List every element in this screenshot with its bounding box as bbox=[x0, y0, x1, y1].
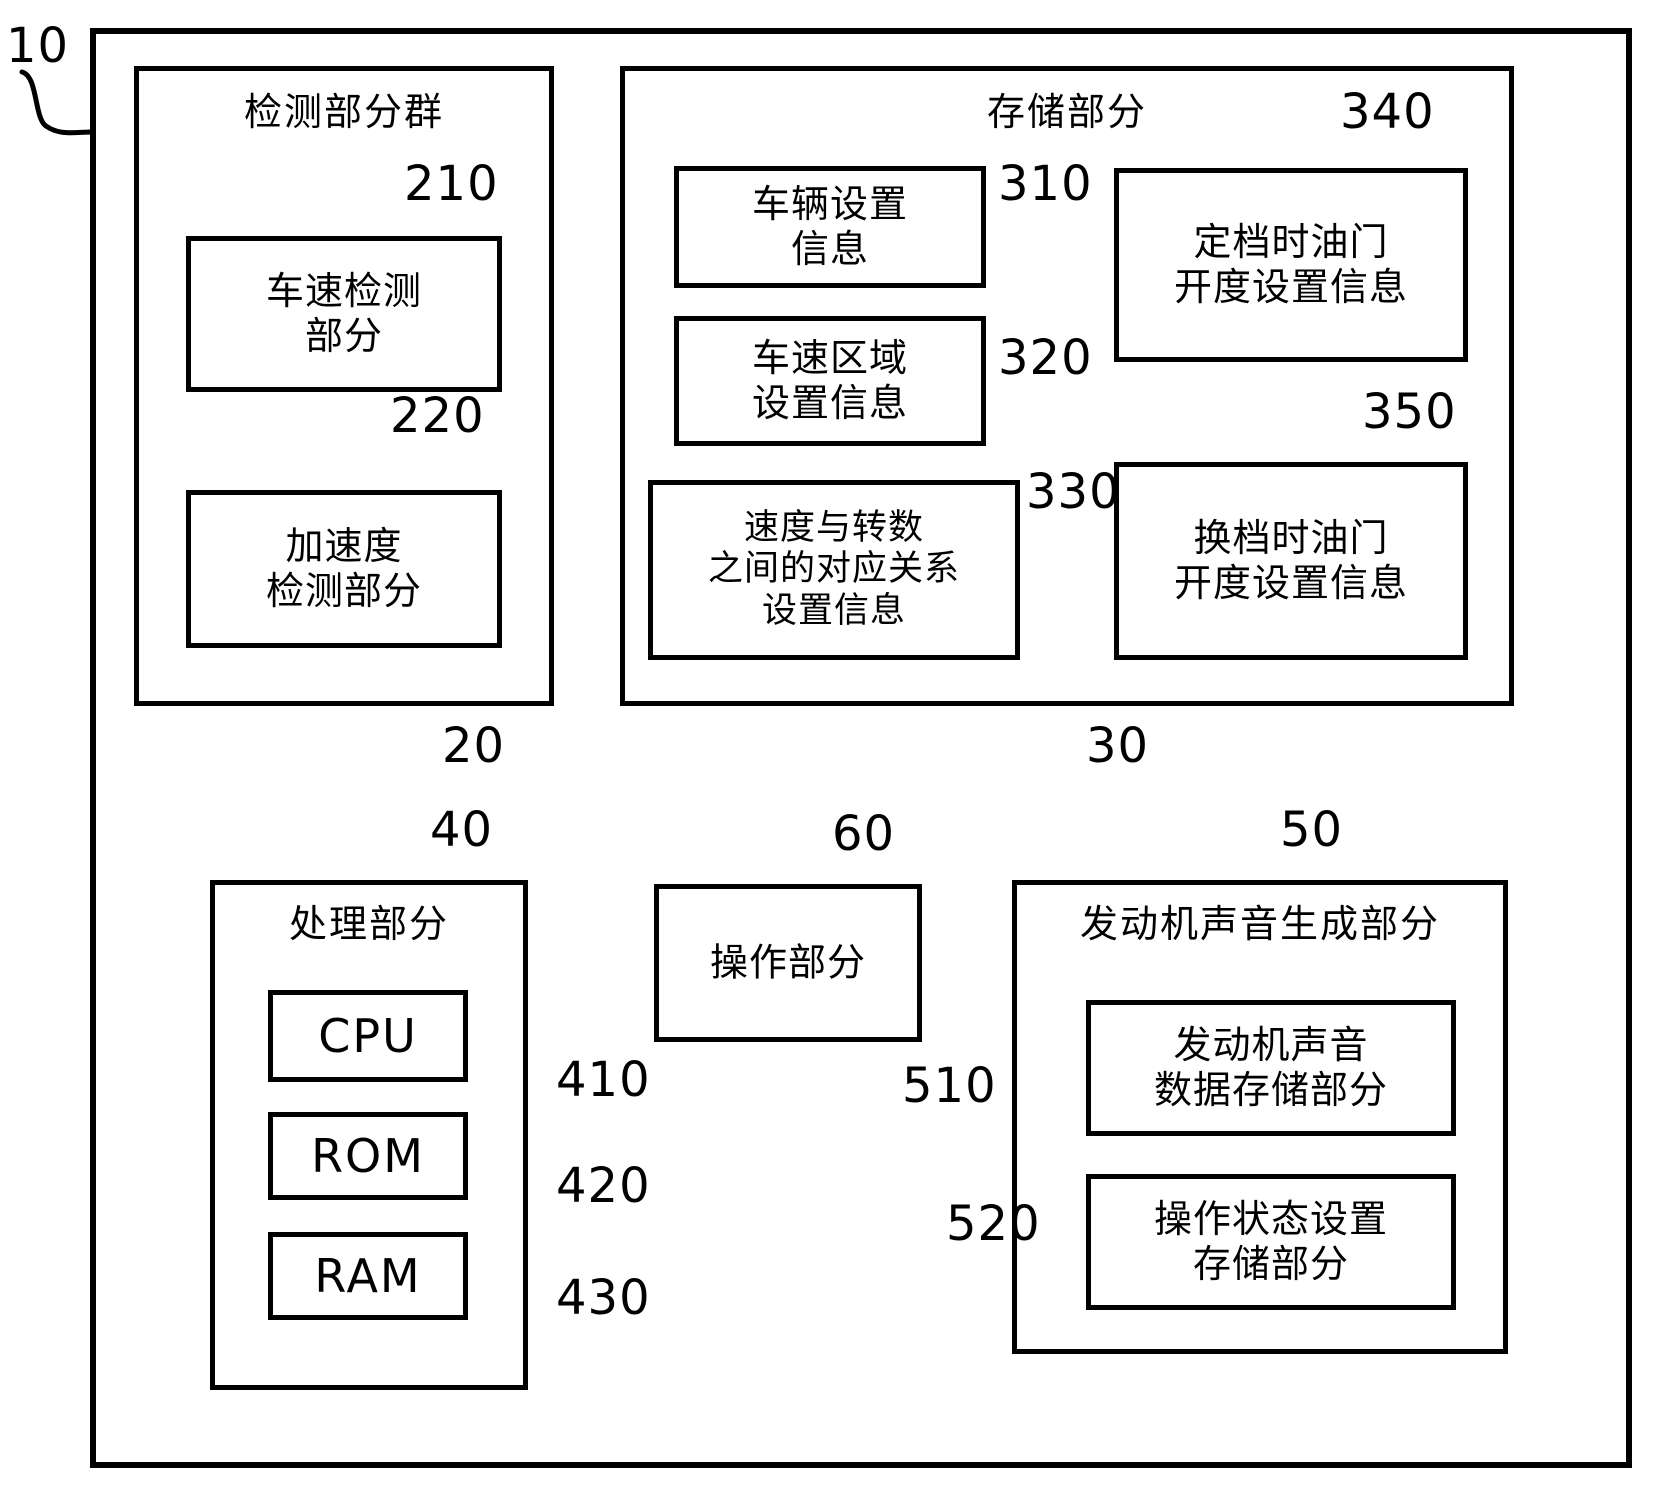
line-2: 信息 bbox=[790, 227, 869, 271]
ref-410: 410 bbox=[556, 1052, 651, 1108]
engine-sound-data-storage-box: 发动机声音 数据存储部分 bbox=[1086, 1000, 1456, 1136]
line-1: 发动机声音 bbox=[1173, 1023, 1369, 1068]
gear-shift-throttle-opening-info-box: 换档时油门 开度设置信息 bbox=[1114, 462, 1468, 660]
line-2: 设置信息 bbox=[751, 381, 908, 425]
speed-rpm-correspondence-info-label: 速度与转数 之间的对应关系 设置信息 bbox=[653, 508, 1015, 632]
ram-box: RAM bbox=[268, 1232, 468, 1320]
ref-50: 50 bbox=[1280, 802, 1344, 858]
line-2: 开度设置信息 bbox=[1173, 561, 1408, 605]
ref-510: 510 bbox=[902, 1058, 997, 1114]
engine-sound-generation-title: 发动机声音生成部分 bbox=[1079, 902, 1440, 946]
line-2: 之间的对应关系 bbox=[707, 549, 960, 590]
line-1: 定档时油门 bbox=[1193, 220, 1389, 265]
operation-state-setting-storage-label: 操作状态设置 存储部分 bbox=[1091, 1197, 1451, 1287]
line-1: 操作状态设置 bbox=[1153, 1197, 1388, 1242]
gear-shift-throttle-opening-info-label: 换档时油门 开度设置信息 bbox=[1119, 516, 1463, 606]
ref-330: 330 bbox=[1026, 464, 1121, 520]
line-2: 开度设置信息 bbox=[1173, 265, 1408, 309]
fixed-gear-throttle-opening-info-label: 定档时油门 开度设置信息 bbox=[1119, 220, 1463, 310]
ref-520: 520 bbox=[946, 1196, 1041, 1252]
line-1: 车速检测 bbox=[265, 269, 422, 314]
ref-220: 220 bbox=[390, 388, 485, 444]
line-2: 检测部分 bbox=[265, 569, 422, 613]
ref-30: 30 bbox=[1086, 718, 1150, 774]
ref-350: 350 bbox=[1362, 384, 1457, 440]
vehicle-setting-info-label: 车辆设置 信息 bbox=[679, 182, 981, 272]
acceleration-detection-label: 加速度 检测部分 bbox=[191, 524, 497, 614]
line-1: 加速度 bbox=[285, 524, 403, 569]
operation-section-title: 操作部分 bbox=[709, 940, 866, 985]
ref-40: 40 bbox=[430, 802, 494, 858]
ref-60: 60 bbox=[832, 806, 896, 862]
ref-430: 430 bbox=[556, 1270, 651, 1326]
line-1: 速度与转数 bbox=[743, 508, 924, 549]
vehicle-speed-detection-label: 车速检测 部分 bbox=[191, 269, 497, 359]
detection-group-title: 检测部分群 bbox=[243, 90, 444, 134]
cpu-label: CPU bbox=[318, 1008, 418, 1063]
line-3: 设置信息 bbox=[761, 590, 906, 631]
vehicle-speed-detection-box: 车速检测 部分 bbox=[186, 236, 502, 392]
ref-210: 210 bbox=[404, 156, 499, 212]
ref-320: 320 bbox=[998, 330, 1093, 386]
ram-label: RAM bbox=[314, 1248, 422, 1303]
rom-box: ROM bbox=[268, 1112, 468, 1200]
ref-420: 420 bbox=[556, 1158, 651, 1214]
speed-zone-setting-info-label: 车速区域 设置信息 bbox=[679, 336, 981, 426]
line-1: 车速区域 bbox=[751, 336, 908, 381]
ref-310: 310 bbox=[998, 156, 1093, 212]
line-1: 换档时油门 bbox=[1193, 516, 1389, 561]
ref-340: 340 bbox=[1340, 84, 1435, 140]
ref-20: 20 bbox=[442, 718, 506, 774]
line-2: 存储部分 bbox=[1192, 1242, 1349, 1286]
rom-label: ROM bbox=[311, 1128, 425, 1183]
operation-section-box: 操作部分 bbox=[654, 884, 922, 1042]
cpu-box: CPU bbox=[268, 990, 468, 1082]
line-2: 数据存储部分 bbox=[1153, 1068, 1388, 1112]
processing-section-title: 处理部分 bbox=[288, 902, 449, 946]
patent-figure: 10 检测部分群 20 车速检测 部分 210 加速度 检测部分 220 存储部… bbox=[0, 0, 1678, 1495]
line-1: 车辆设置 bbox=[751, 182, 908, 227]
ref-10: 10 bbox=[6, 18, 70, 74]
acceleration-detection-box: 加速度 检测部分 bbox=[186, 490, 502, 648]
line-2: 部分 bbox=[304, 314, 383, 358]
engine-sound-data-storage-label: 发动机声音 数据存储部分 bbox=[1091, 1023, 1451, 1113]
leader-10 bbox=[19, 69, 95, 136]
fixed-gear-throttle-opening-info-box: 定档时油门 开度设置信息 bbox=[1114, 168, 1468, 362]
vehicle-setting-info-box: 车辆设置 信息 bbox=[674, 166, 986, 288]
speed-rpm-correspondence-info-box: 速度与转数 之间的对应关系 设置信息 bbox=[648, 480, 1020, 660]
operation-state-setting-storage-box: 操作状态设置 存储部分 bbox=[1086, 1174, 1456, 1310]
speed-zone-setting-info-box: 车速区域 设置信息 bbox=[674, 316, 986, 446]
